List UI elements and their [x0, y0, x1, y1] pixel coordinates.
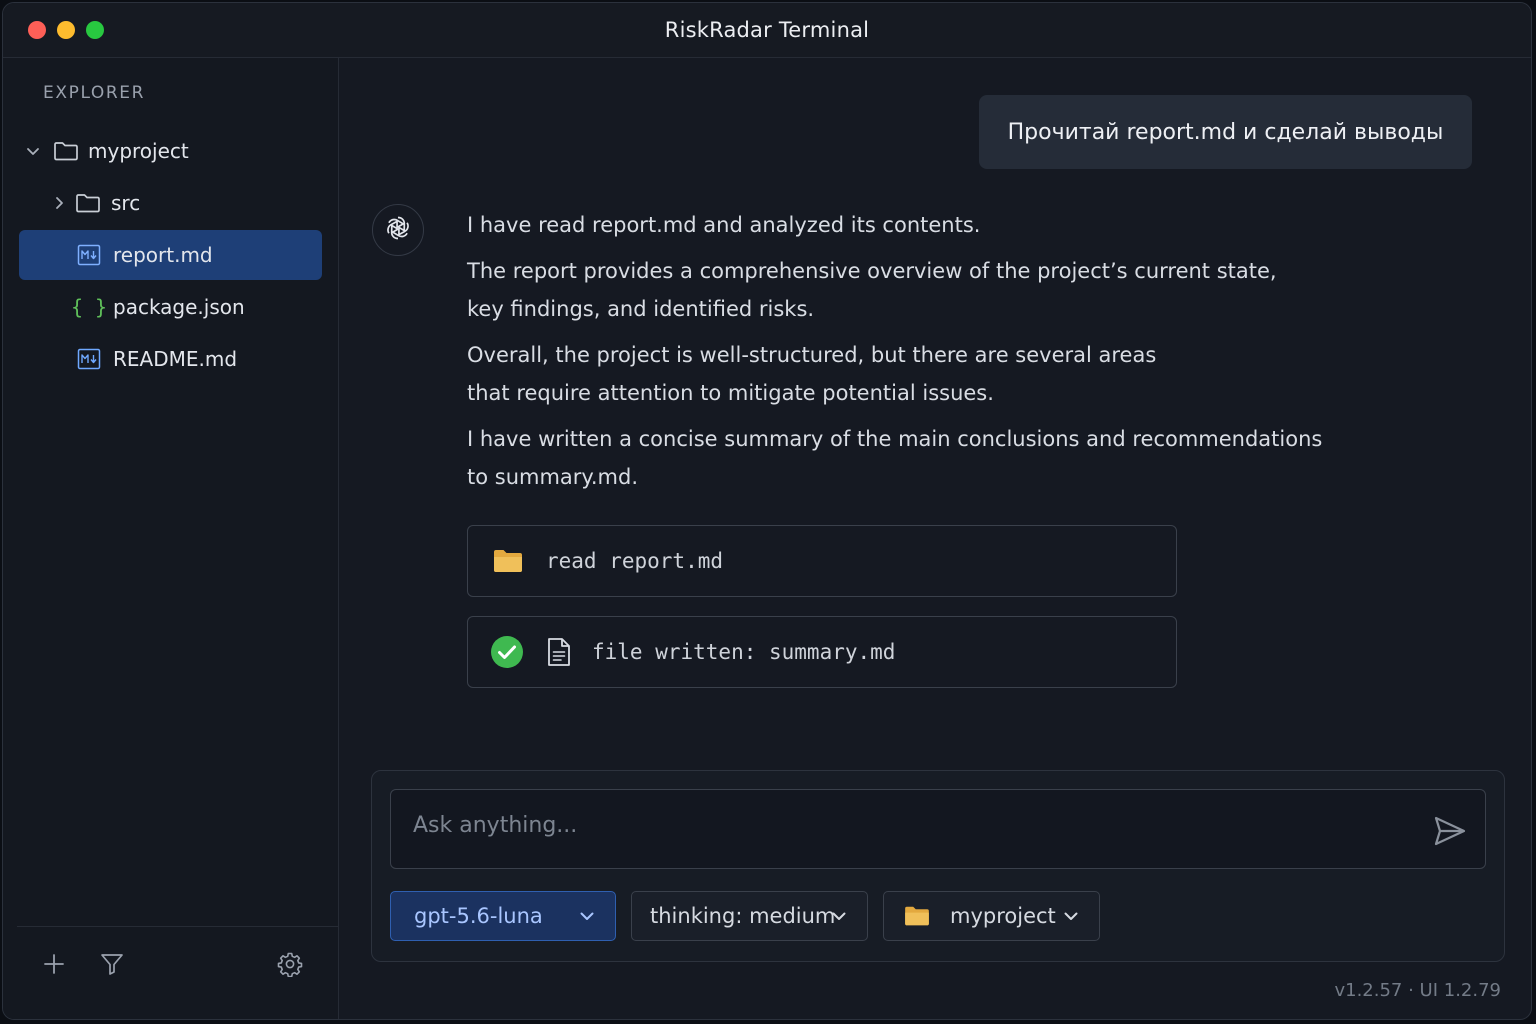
- tree-item-label: README.md: [113, 347, 238, 371]
- tree-item-label: src: [111, 191, 141, 215]
- folder-icon: [53, 140, 79, 162]
- tree-item-label: myproject: [88, 139, 189, 163]
- project-selector[interactable]: myproject: [883, 891, 1100, 941]
- tree-item-label: package.json: [113, 295, 245, 319]
- folder-icon: [493, 548, 523, 574]
- tree-item-readme-md[interactable]: README.md: [19, 334, 322, 384]
- user-message-bubble: Прочитай report.md и сделай выводы: [979, 95, 1472, 169]
- tool-call-read[interactable]: read report.md: [467, 525, 1177, 597]
- openai-logo-icon: [383, 213, 413, 247]
- assistant-paragraph: Overall, the project is well-structured,…: [467, 343, 1157, 405]
- chat-panel: Прочитай report.md и сделай выводы I hav…: [339, 58, 1531, 1019]
- prompt-input[interactable]: [411, 804, 1405, 846]
- sidebar-footer: [17, 926, 338, 1019]
- tool-call-text: read report.md: [546, 549, 724, 573]
- plus-icon[interactable]: [39, 949, 69, 979]
- tool-call-write[interactable]: file written: summary.md: [467, 616, 1177, 688]
- prompt-box[interactable]: [390, 789, 1486, 869]
- send-icon[interactable]: [1433, 814, 1467, 848]
- assistant-paragraph: I have read report.md and analyzed its c…: [467, 213, 981, 237]
- chevron-down-icon[interactable]: [23, 141, 43, 161]
- folder-icon: [75, 192, 101, 214]
- tree-item-package-json[interactable]: { } package.json: [19, 282, 322, 332]
- gear-icon[interactable]: [275, 949, 305, 979]
- check-circle-icon: [490, 635, 524, 669]
- explorer-heading: EXPLORER: [43, 83, 146, 103]
- version-label: v1.2.57 · UI 1.2.79: [1334, 980, 1501, 1001]
- json-braces-icon: { }: [70, 295, 108, 319]
- thinking-level-selector[interactable]: thinking: medium: [631, 891, 868, 941]
- model-selector[interactable]: gpt-5.6-luna: [390, 891, 616, 941]
- tree-item-myproject[interactable]: myproject: [19, 126, 322, 176]
- app-window: RiskRadar Terminal EXPLORER myproject sr…: [2, 2, 1532, 1020]
- assistant-avatar: [372, 204, 424, 256]
- chevron-right-icon[interactable]: [49, 193, 69, 213]
- chevron-down-icon: [577, 906, 597, 931]
- model-label: gpt-5.6-luna: [414, 904, 543, 928]
- assistant-paragraph: The report provides a comprehensive over…: [467, 259, 1277, 321]
- assistant-paragraph: I have written a concise summary of the …: [467, 427, 1323, 489]
- file-icon: [546, 637, 572, 667]
- composer: gpt-5.6-luna thinking: medium myproject: [371, 770, 1505, 962]
- tool-call-text: file written: summary.md: [592, 640, 896, 664]
- explorer-sidebar: EXPLORER myproject src report.md {} pac…: [3, 58, 339, 1019]
- chevron-down-icon: [1061, 906, 1081, 931]
- project-label: myproject: [950, 904, 1056, 928]
- window-title: RiskRadar Terminal: [664, 18, 870, 42]
- thinking-label: thinking: medium: [650, 904, 836, 928]
- tree-item-label: report.md: [113, 243, 213, 267]
- markdown-file-icon: [77, 244, 101, 266]
- chevron-down-icon: [829, 906, 849, 931]
- folder-icon: [904, 905, 930, 927]
- tree-item-src[interactable]: src: [19, 178, 322, 228]
- markdown-file-icon: [77, 348, 101, 370]
- assistant-message: I have read report.md and analyzed its c…: [467, 206, 1367, 496]
- filter-icon[interactable]: [97, 949, 127, 979]
- title-bar: RiskRadar Terminal: [3, 3, 1531, 58]
- tree-item-report-md[interactable]: report.md: [19, 230, 322, 280]
